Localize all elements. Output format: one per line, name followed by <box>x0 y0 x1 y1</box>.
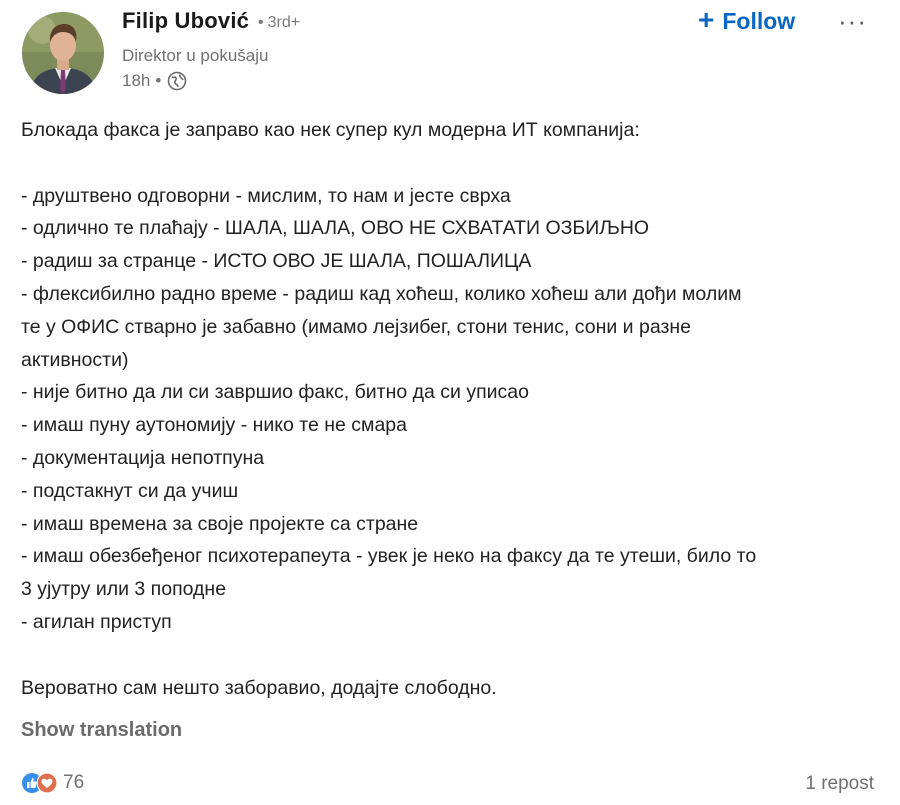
meta-separator: • <box>155 71 162 90</box>
author-name[interactable]: Filip Ubović <box>122 8 249 34</box>
reaction-count: 76 <box>63 772 85 793</box>
author-headline: Direktor u pokušaju <box>122 46 269 65</box>
love-icon <box>36 772 58 794</box>
reactions-summary[interactable]: 76 <box>22 772 84 794</box>
avatar-photo <box>22 12 104 94</box>
post-text-line: Блокада факса је заправо као нек супер к… <box>21 119 640 141</box>
globe-icon <box>167 71 187 91</box>
follow-label: Follow <box>722 8 796 34</box>
post-time: 18h <box>122 71 151 90</box>
author-avatar[interactable] <box>22 12 104 94</box>
post-text-line: - друштвено одговорни - мислим, то нам и… <box>21 184 511 207</box>
post-text-line: те у ОФИС стварно је забавно (имамо лејз… <box>21 315 692 338</box>
post-text-line: - имаш пуну аутономију - нико те не смар… <box>21 414 407 437</box>
repost-count[interactable]: 1 repost <box>805 773 874 795</box>
connection-degree: • 3rd+ <box>258 14 301 31</box>
post-text-line: - имаш обезбеђеног психотерапеута - увек… <box>21 545 757 568</box>
post-text-line: - агилан приступ <box>21 610 172 633</box>
post-text-line: 3 ујутру или 3 поподне <box>21 578 227 601</box>
post-text-line: - документација непотпуна <box>21 446 265 469</box>
post-meta: 18h • <box>122 70 187 92</box>
post-card: Filip Ubović • 3rd+ Direktor u pokušaju 1… <box>0 0 900 805</box>
post-text-line: - радиш за странце - ИСТО ОВО ЈЕ ШАЛА, П… <box>21 250 532 273</box>
post-text-line: - имаш времена за своје пројекте са стра… <box>21 512 419 535</box>
degree-label: 3rd+ <box>267 14 301 31</box>
post-text-line: - флексибилно радно време - радиш кад хо… <box>21 282 742 305</box>
post-text-line: - одлично те плаћају - ШАЛА, ШАЛА, ОВО Н… <box>21 217 650 240</box>
post-text-line: активности) <box>21 348 129 371</box>
post-text: Блокада факса је заправо као нек супер к… <box>21 114 883 704</box>
post-text-line: Вероватно сам нешто заборавио, додајте с… <box>21 676 497 699</box>
post-text-line: - подстакнут си да учиш <box>21 479 239 502</box>
follow-button[interactable]: + Follow <box>698 4 796 35</box>
show-translation-link[interactable]: Show translation <box>21 719 182 742</box>
plus-icon: + <box>698 4 715 35</box>
more-options-icon[interactable]: ··· <box>838 6 867 37</box>
post-text-line: - није битно да ли си завршио факс, битн… <box>21 381 529 404</box>
